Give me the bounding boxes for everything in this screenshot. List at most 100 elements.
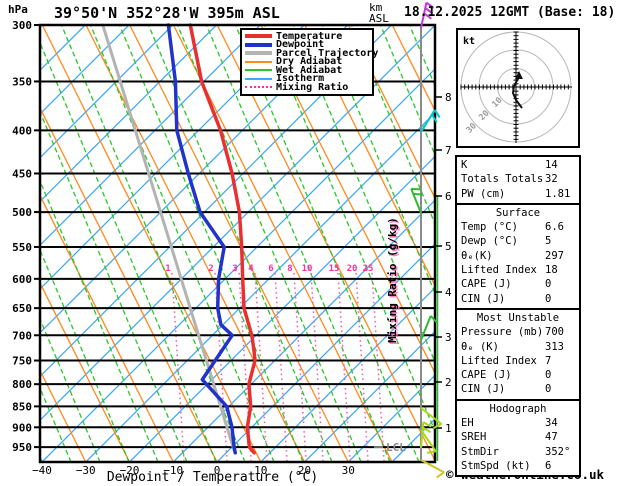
mixing-ratio-value-label: 6 [268, 264, 273, 274]
pressure-tick-label: 450 [12, 167, 32, 180]
mixing-ratio-value-label: 20 [347, 264, 358, 274]
stat-label: EH [461, 417, 474, 429]
legend-isotherm-line [245, 78, 272, 80]
stat-value: 0 [545, 382, 551, 396]
km-tick-label: 1 [445, 422, 452, 435]
legend-wet-adiabat-line [245, 69, 272, 71]
km-tick-label: 2 [445, 376, 452, 389]
mixing-ratio-line [356, 273, 368, 461]
stat-value: 14 [545, 158, 558, 172]
stat-label: PW (cm) [461, 188, 505, 200]
stat-label: CAPE (J) [461, 369, 512, 381]
mixing-ratio-value-label: 25 [363, 264, 374, 274]
hodograph-trace [513, 77, 522, 108]
dry-adiabat-line [0, 25, 217, 462]
km-tick-label: 6 [445, 190, 452, 203]
stat-value: 1.81 [545, 187, 570, 201]
stat-value: 5 [545, 234, 551, 248]
pressure-tick-label: 700 [12, 329, 32, 342]
stats-section: Most UnstablePressure (mb)700θₑ (K)313Li… [457, 308, 579, 399]
legend-item-label: Mixing Ratio [276, 82, 348, 93]
stat-row: CIN (J) 0 [457, 382, 579, 396]
stat-row: Lifted Index18 [457, 263, 579, 277]
pressure-tick-label: 800 [12, 378, 32, 391]
stat-value: 0 [545, 368, 551, 382]
stat-row: Temp (°C) 6.6 [457, 220, 579, 234]
legend-temperature-line [245, 34, 272, 38]
mixing-ratio-value-label: 15 [329, 264, 340, 274]
wind-barb [421, 408, 441, 428]
stats-section: SurfaceTemp (°C)6.6Dewp (°C)5θₑ(K)297Lif… [457, 203, 579, 308]
mixing-ratio-line [294, 273, 306, 461]
stat-label: K [461, 159, 467, 171]
stat-value: 0 [545, 277, 551, 291]
stat-value: 6.6 [545, 220, 564, 234]
stat-value: 32 [545, 172, 558, 186]
hodograph-ring-label: 10 [490, 96, 504, 110]
mixing-ratio-line [172, 273, 184, 461]
stats-section-header: Hodograph [457, 402, 579, 416]
mixing-ratio-value-label: 2 [208, 264, 213, 274]
plot-border [40, 25, 435, 462]
hodograph-ring-label: 30 [465, 121, 479, 135]
mixing-ratio-axis-label: Mixing Ratio (g/kg) [386, 217, 399, 343]
stat-value: 34 [545, 416, 558, 430]
wet-adiabat-line [0, 25, 13, 462]
stat-label: SREH [461, 431, 486, 443]
wind-barb [421, 422, 431, 448]
km-tick-label: 5 [445, 240, 452, 253]
stat-value: 7 [545, 354, 551, 368]
mixing-ratio-value-label: 4 [248, 264, 254, 274]
stat-label: θₑ (K) [461, 341, 499, 353]
stat-row: PW (cm) 1.81 [457, 187, 579, 201]
stats-section-header: Surface [457, 206, 579, 220]
stats-section: K 14Totals Totals32 PW (cm) 1.81 [457, 157, 579, 203]
pressure-tick-label: 550 [12, 241, 32, 254]
wind-barb [421, 110, 440, 132]
stat-row: Dewp (°C)5 [457, 234, 579, 248]
legend: Temperature Dewpoint Parcel Trajectory D… [240, 28, 374, 96]
wet-adiabat-line [613, 25, 629, 462]
pressure-axis-unit: hPa [8, 3, 28, 16]
stats-panel: K 14Totals Totals32 PW (cm) 1.81 SurfaceTemp… [455, 155, 581, 477]
stat-value: 0 [545, 292, 551, 306]
mixing-ratio-value-label: 10 [302, 264, 313, 274]
stat-label: Temp (°C) [461, 221, 518, 233]
stat-label: CIN (J) [461, 383, 505, 395]
lcl-label: LCL [386, 441, 406, 454]
stat-row: CAPE (J) 0 [457, 368, 579, 382]
stat-label: Pressure (mb) [461, 326, 543, 338]
pressure-tick-label: 400 [12, 124, 32, 137]
stat-label: CAPE (J) [461, 278, 512, 290]
mixing-ratio-value-label: 8 [287, 264, 292, 274]
legend-parcel-line [245, 51, 272, 55]
stat-row: θₑ (K)313 [457, 340, 579, 354]
pressure-tick-label: 600 [12, 273, 32, 286]
skewt-sounding-page: 12346810152025Mixing Ratio (g/kg)Mixing … [0, 0, 629, 486]
stat-label: Lifted Index [461, 355, 537, 367]
km-tick-label: 3 [445, 331, 452, 344]
stat-label: StmDir [461, 446, 499, 458]
pressure-tick-label: 650 [12, 302, 32, 315]
stat-row: Lifted Index 7 [457, 354, 579, 368]
altitude-unit-asl: ASL [369, 13, 389, 24]
stat-value: 47 [545, 430, 558, 444]
stats-section: HodographEH 34 SREH 47 StmDir 352°StmSpd (kt)… [457, 399, 579, 475]
stats-section-header: Most Unstable [457, 311, 579, 325]
mixing-ratio-value-label: 1 [165, 264, 170, 274]
pressure-tick-label: 500 [12, 206, 32, 219]
stat-row: Totals Totals32 [457, 172, 579, 186]
stat-row: CAPE (J) 0 [457, 277, 579, 291]
stat-row: StmDir 352° [457, 445, 579, 459]
stat-value: 352° [545, 445, 570, 459]
hodograph-ring-label: 20 [477, 109, 491, 123]
stat-row: SREH 47 [457, 430, 579, 444]
stat-label: CIN (J) [461, 293, 505, 305]
dry-adiabat-line [611, 25, 629, 462]
station-title: 39°50'N 352°28'W 395m ASL [54, 4, 280, 22]
km-tick-label: 7 [445, 144, 452, 157]
x-axis-title: Dewpoint / Temperature (°C) [15, 470, 410, 485]
mixing-ratio-value-label: 3 [232, 264, 237, 274]
stat-row: StmSpd (kt)6 [457, 459, 579, 473]
pressure-tick-label: 750 [12, 355, 32, 368]
